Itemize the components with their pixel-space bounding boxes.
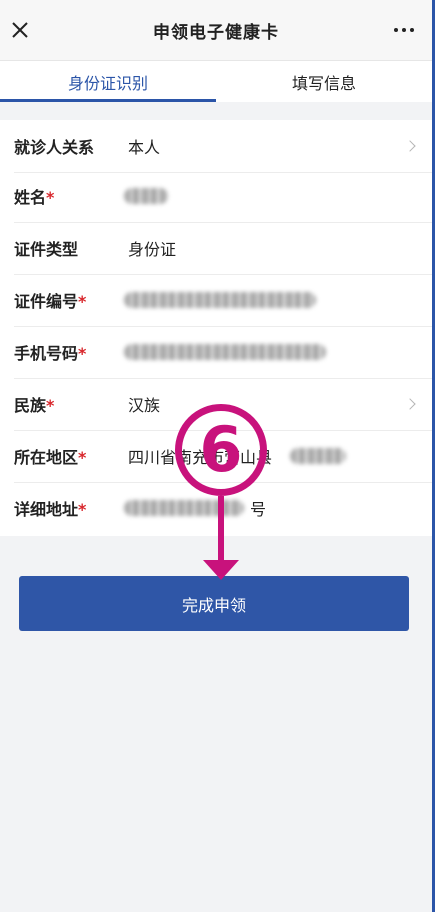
id-number-label: 证件编号* — [14, 292, 87, 311]
relationship-row[interactable]: 就诊人关系 本人 — [0, 120, 432, 172]
phone-row[interactable]: 手机号码* — [0, 326, 432, 378]
name-row[interactable]: 姓名* — [0, 170, 432, 222]
ethnicity-value: 汉族 — [128, 396, 161, 415]
address-suffix: 号 — [250, 500, 267, 519]
required-mark: * — [78, 344, 87, 363]
more-icon[interactable] — [394, 28, 414, 32]
address-label: 详细地址* — [14, 500, 87, 519]
page-title: 申领电子健康卡 — [153, 22, 279, 43]
region-label: 所在地区* — [14, 448, 87, 467]
required-mark: * — [46, 396, 55, 415]
ethnicity-label: 民族* — [14, 396, 55, 415]
id-type-row: 证件类型 身份证 — [0, 222, 432, 274]
required-mark: * — [78, 292, 87, 311]
chevron-right-icon — [404, 398, 416, 410]
address-value-redacted — [124, 500, 244, 516]
phone-value-redacted — [124, 344, 326, 360]
relationship-value: 本人 — [128, 138, 161, 157]
complete-application-button[interactable]: 完成申领 — [19, 576, 409, 631]
id-number-row[interactable]: 证件编号* — [0, 274, 432, 326]
region-town-redacted — [290, 448, 346, 464]
name-value-redacted — [124, 188, 168, 204]
tab-fill-info[interactable]: 填写信息 — [216, 61, 432, 102]
phone-label: 手机号码* — [14, 344, 87, 363]
annotation-arrow-shaft — [218, 496, 224, 566]
relationship-label: 就诊人关系 — [14, 138, 95, 157]
required-mark: * — [78, 500, 87, 519]
step-annotation-circle: 6 — [175, 404, 267, 496]
tab-id-card-scan[interactable]: 身份证识别 — [0, 61, 216, 102]
id-type-label: 证件类型 — [14, 240, 79, 259]
required-mark: * — [46, 188, 55, 207]
annotation-arrow-head — [203, 560, 239, 580]
id-number-value-redacted — [124, 292, 316, 308]
tab-bar: 身份证识别 填写信息 — [0, 60, 432, 102]
chevron-right-icon — [404, 140, 416, 152]
step-number: 6 — [199, 413, 243, 486]
name-label: 姓名* — [14, 188, 55, 207]
id-type-value: 身份证 — [128, 240, 177, 259]
title-bar: 申领电子健康卡 — [0, 0, 432, 60]
required-mark: * — [78, 448, 87, 467]
close-icon[interactable] — [10, 20, 30, 40]
